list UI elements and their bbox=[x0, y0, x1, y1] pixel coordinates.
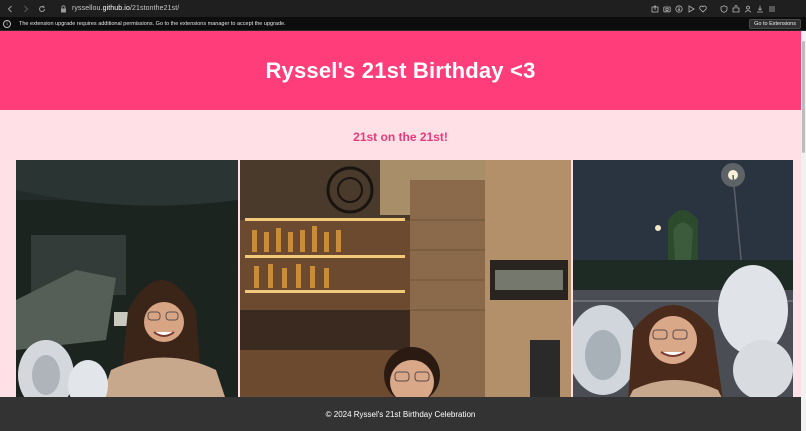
camera-icon[interactable] bbox=[662, 4, 671, 13]
play-icon[interactable] bbox=[686, 4, 695, 13]
download-icon[interactable] bbox=[755, 4, 764, 13]
site-header: Ryssel's 21st Birthday <3 bbox=[0, 31, 801, 110]
go-to-extensions-button[interactable]: Go to Extensions bbox=[749, 19, 801, 29]
page-title: Ryssel's 21st Birthday <3 bbox=[265, 57, 536, 83]
toolbar-spacer bbox=[710, 4, 716, 13]
footer-text: © 2024 Ryssel's 21st Birthday Celebratio… bbox=[325, 409, 476, 419]
page-scrollbar[interactable] bbox=[801, 31, 806, 431]
forward-icon[interactable] bbox=[20, 3, 32, 15]
menu-icon[interactable] bbox=[767, 4, 776, 13]
scrollbar-thumb[interactable] bbox=[802, 41, 805, 153]
photo-gallery bbox=[16, 160, 793, 400]
share-icon[interactable] bbox=[650, 4, 659, 13]
heart-icon[interactable] bbox=[698, 4, 707, 13]
photo-car-night bbox=[16, 160, 238, 400]
browser-toolbar: ryssellou.github.io/21stonthe21st/ bbox=[0, 0, 806, 17]
extension-notification-bar: i The extension upgrade requires additio… bbox=[0, 17, 806, 31]
page-viewport: Ryssel's 21st Birthday <3 21st on the 21… bbox=[0, 31, 801, 431]
toolbar-right-icons bbox=[650, 0, 776, 17]
page-subtitle: 21st on the 21st! bbox=[353, 130, 448, 144]
photo-parking-lot-night bbox=[573, 160, 793, 400]
profile-icon[interactable] bbox=[743, 4, 752, 13]
back-icon[interactable] bbox=[4, 3, 16, 15]
info-icon: i bbox=[3, 19, 11, 28]
download-circle-icon[interactable] bbox=[674, 4, 683, 13]
extensions-icon[interactable] bbox=[731, 4, 740, 13]
shield-icon[interactable] bbox=[719, 4, 728, 13]
lock-icon bbox=[58, 4, 68, 14]
photo-restaurant-bar bbox=[240, 160, 571, 400]
reload-icon[interactable] bbox=[36, 3, 48, 15]
address-bar[interactable]: ryssellou.github.io/21stonthe21st/ bbox=[58, 2, 179, 16]
url-text: ryssellou.github.io/21stonthe21st/ bbox=[72, 5, 180, 12]
site-footer: © 2024 Ryssel's 21st Birthday Celebratio… bbox=[0, 397, 801, 431]
notification-text: The extension upgrade requires additiona… bbox=[19, 20, 286, 27]
